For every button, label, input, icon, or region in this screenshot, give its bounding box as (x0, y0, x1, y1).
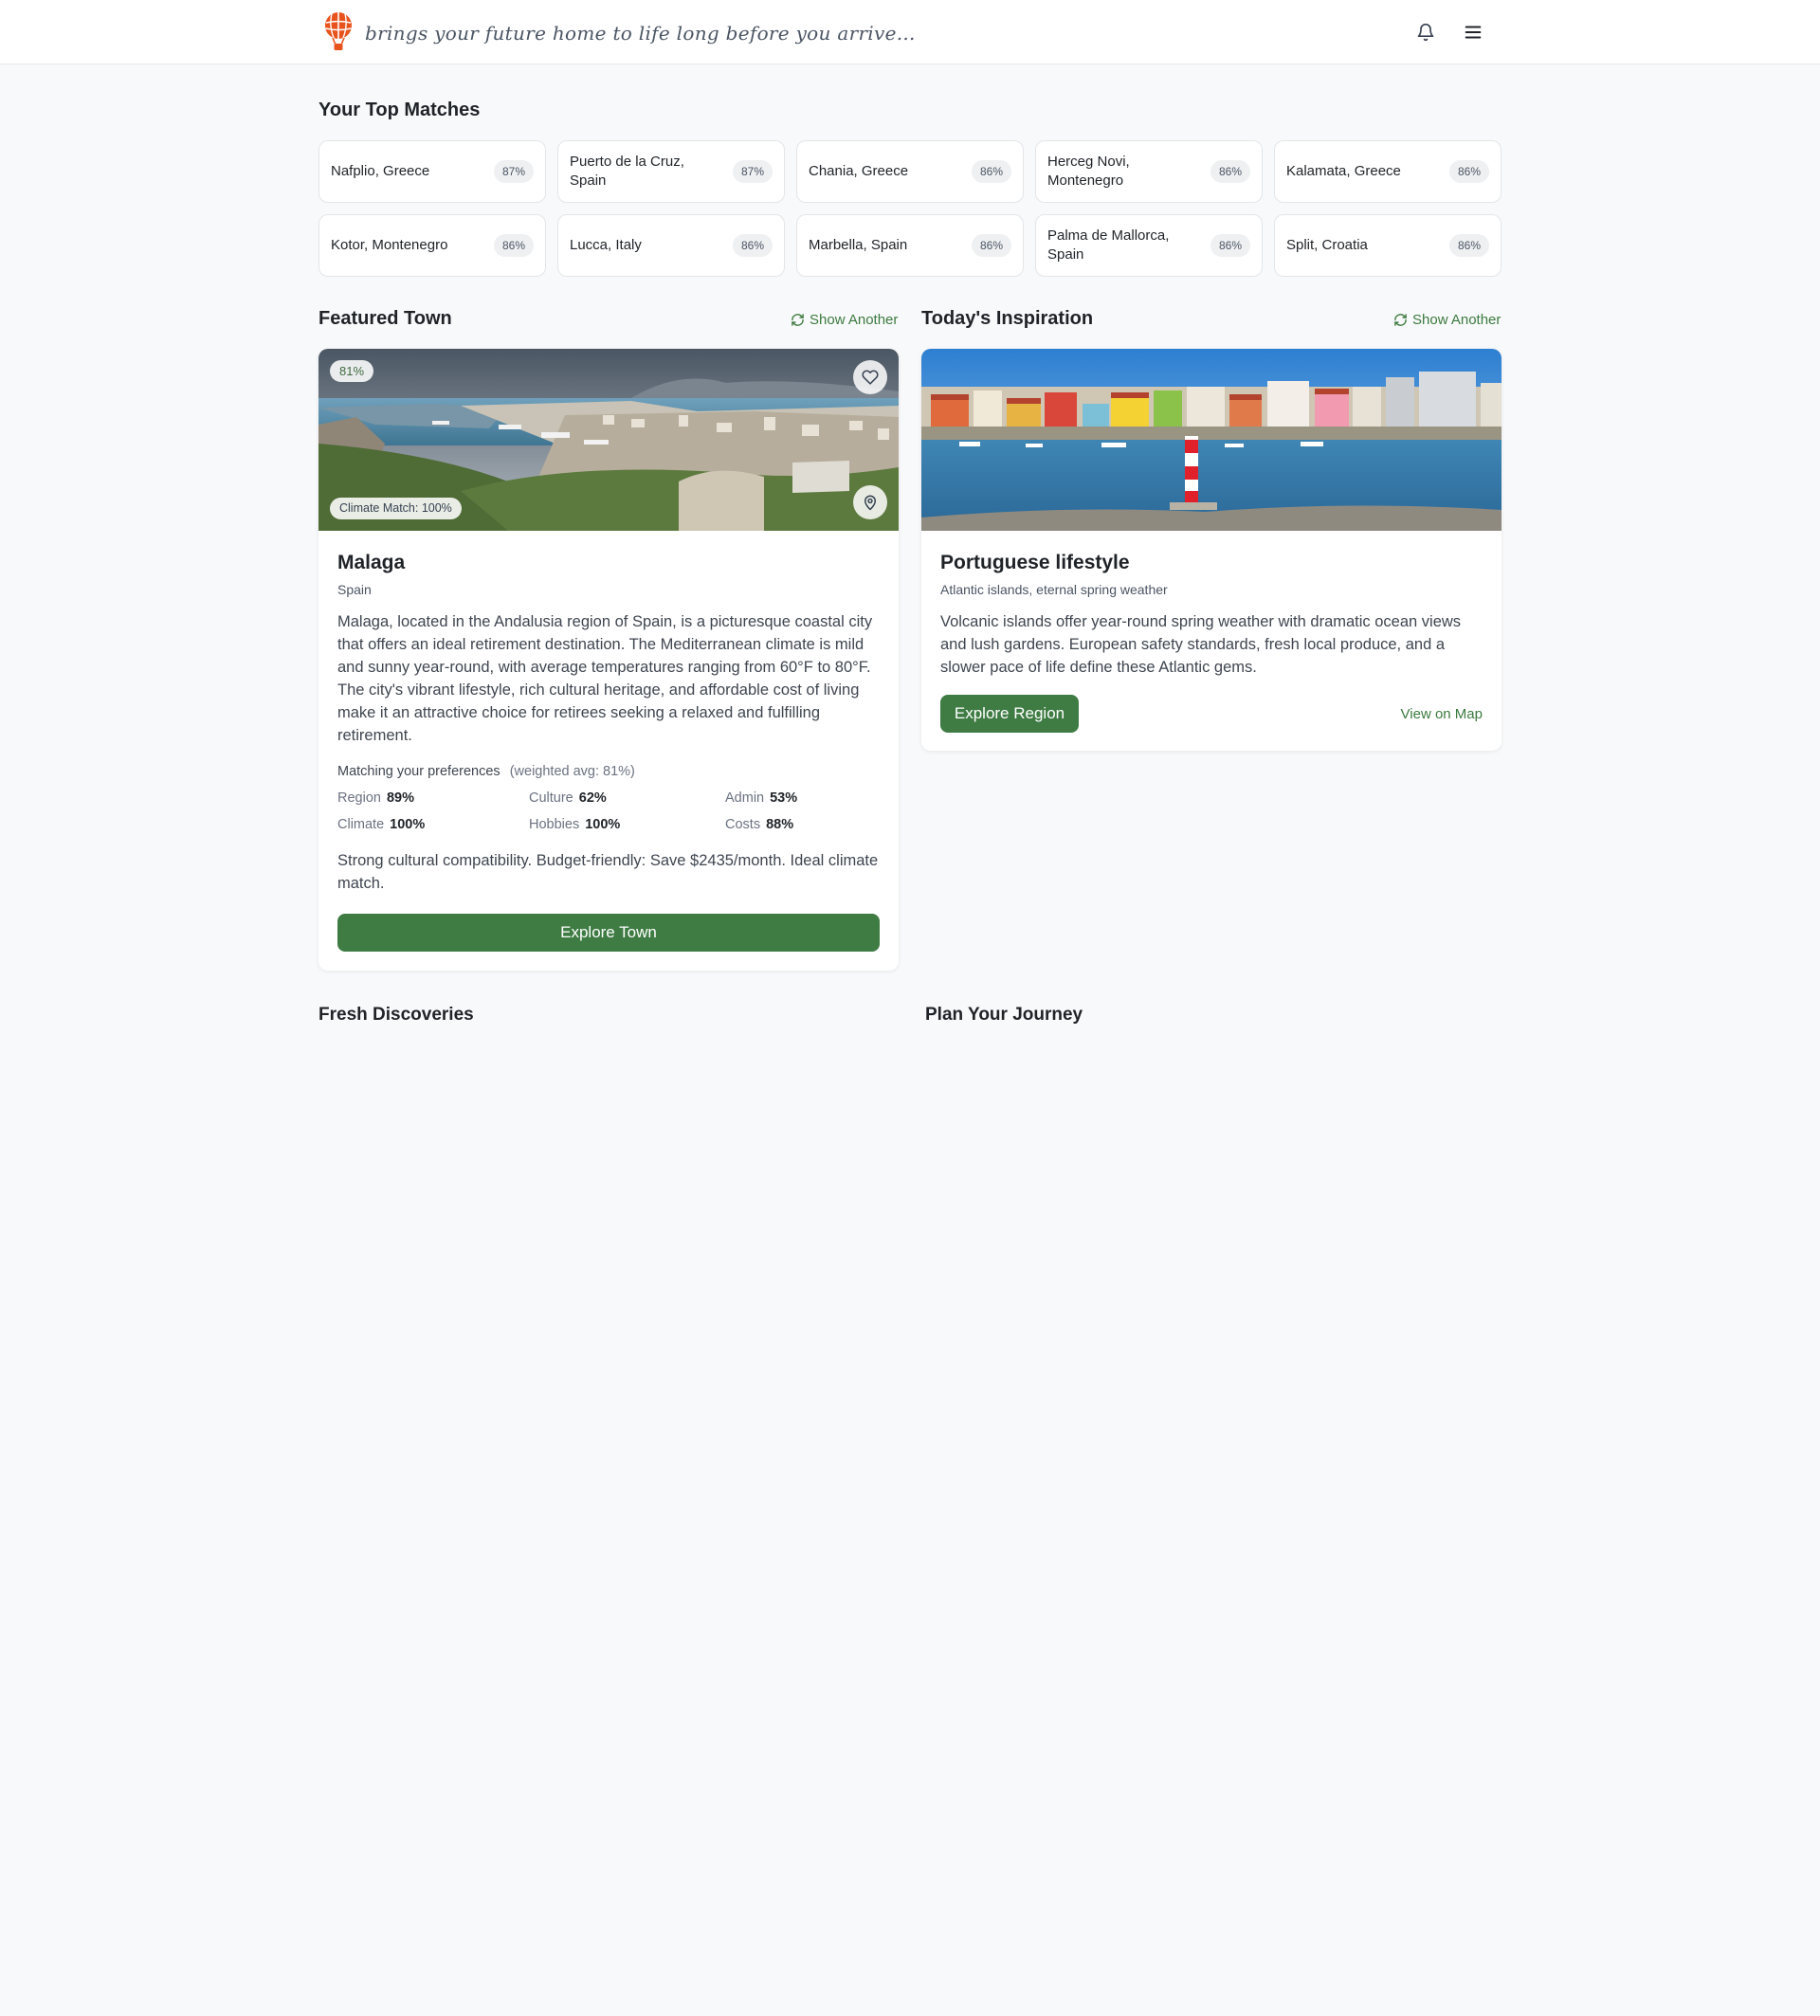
match-name: Kotor, Montenegro (331, 237, 448, 253)
match-card[interactable]: Marbella, Spain 86% (796, 214, 1024, 277)
match-percent-badge: 87% (493, 160, 534, 183)
explore-region-button[interactable]: Explore Region (940, 695, 1079, 733)
featured-show-another-button[interactable]: Show Another (791, 312, 898, 328)
town-name: Malaga (337, 552, 406, 573)
pref-value: 100% (390, 817, 426, 832)
menu-icon (1465, 26, 1482, 39)
pref-value: 100% (585, 817, 621, 832)
pref-label: Costs (725, 817, 761, 832)
preferences-average: (weighted avg: 81%) (509, 764, 635, 779)
match-name: Herceg Novi, Montenegro (1047, 154, 1130, 189)
match-name: Split, Croatia (1286, 237, 1368, 253)
pref-value: 62% (578, 790, 607, 806)
match-name: Chania, Greece (809, 163, 909, 179)
pref-region: Region 89% (337, 790, 414, 806)
portuguese-harbor-photo (921, 349, 1502, 531)
map-pin-icon (864, 495, 876, 511)
match-name: Marbella, Spain (809, 237, 908, 253)
inspiration-name: Portuguese lifestyle (940, 552, 1130, 573)
inspiration-card: Portuguese lifestyle Atlantic islands, e… (921, 349, 1502, 751)
town-country: Spain (337, 582, 372, 597)
town-description: Malaga, located in the Andalusia region … (337, 613, 873, 744)
match-score-badge: 81% (330, 360, 374, 382)
match-name: Kalamata, Greece (1286, 163, 1401, 179)
match-name: Nafplio, Greece (331, 163, 430, 179)
match-card[interactable]: Kotor, Montenegro 86% (318, 214, 546, 277)
plan-journey-title: Plan Your Journey (925, 1005, 1083, 1025)
show-another-label: Show Another (810, 312, 899, 328)
fresh-discoveries-title: Fresh Discoveries (318, 1005, 474, 1025)
view-location-button[interactable] (853, 485, 887, 519)
explore-town-button[interactable]: Explore Town (337, 914, 880, 952)
pref-label: Hobbies (529, 817, 580, 832)
pref-admin: Admin 53% (725, 790, 797, 806)
match-card[interactable]: Nafplio, Greece 87% (318, 140, 546, 203)
match-card[interactable]: Split, Croatia 86% (1274, 214, 1502, 277)
top-bar: brings your future home to life long bef… (0, 0, 1820, 64)
pref-label: Climate (337, 817, 385, 832)
balloon-logo-icon[interactable] (322, 11, 355, 53)
inspiration-subtitle: Atlantic islands, eternal spring weather (940, 582, 1168, 597)
match-percent-badge: 86% (1448, 234, 1489, 257)
featured-town-card: 81% Climate Match: 100% Malaga Spain Mal… (318, 349, 899, 971)
pref-hobbies: Hobbies 100% (529, 817, 620, 832)
view-on-map-link[interactable]: View on Map (1401, 706, 1483, 722)
top-matches-title: Your Top Matches (318, 100, 481, 120)
climate-match-badge: Climate Match: 100% (330, 498, 462, 519)
refresh-icon (792, 314, 804, 326)
match-percent-badge: 86% (971, 234, 1011, 257)
show-another-label: Show Another (1412, 312, 1502, 328)
pref-label: Admin (725, 790, 765, 806)
menu-button[interactable] (1458, 17, 1488, 47)
bell-icon (1417, 23, 1434, 42)
featured-town-title: Featured Town (318, 308, 452, 329)
preferences-heading-label: Matching your preferences (337, 764, 500, 779)
pref-culture: Culture 62% (529, 790, 607, 806)
match-percent-badge: 86% (1448, 160, 1489, 183)
inspiration-show-another-button[interactable]: Show Another (1393, 312, 1501, 328)
tagline: brings your future home to life long bef… (365, 22, 916, 45)
match-name: Lucca, Italy (570, 237, 642, 253)
match-card[interactable]: Puerto de la Cruz, Spain 87% (557, 140, 785, 203)
match-card[interactable]: Herceg Novi, Montenegro 86% (1035, 140, 1263, 203)
top-matches-grid: Nafplio, Greece 87% Puerto de la Cruz, S… (318, 140, 1502, 277)
pref-value: 88% (766, 817, 794, 832)
compatibility-summary: Strong cultural compatibility. Budget-fr… (337, 852, 879, 892)
match-card[interactable]: Lucca, Italy 86% (557, 214, 785, 277)
pref-value: 89% (386, 790, 414, 806)
match-percent-badge: 86% (971, 160, 1011, 183)
match-card[interactable]: Chania, Greece 86% (796, 140, 1024, 203)
pref-label: Region (337, 790, 381, 806)
refresh-icon (1394, 314, 1407, 326)
preferences-heading: Matching your preferences (weighted avg:… (337, 764, 635, 779)
pref-value: 53% (770, 790, 798, 806)
favorite-button[interactable] (853, 360, 887, 394)
pref-costs: Costs 88% (725, 817, 793, 832)
heart-icon (862, 370, 879, 385)
match-percent-badge: 86% (732, 234, 773, 257)
match-percent-badge: 86% (493, 234, 534, 257)
pref-climate: Climate 100% (337, 817, 425, 832)
inspiration-title: Today's Inspiration (921, 308, 1094, 329)
pref-label: Culture (529, 790, 573, 806)
inspiration-description: Volcanic islands offer year-round spring… (940, 613, 1462, 676)
match-percent-badge: 86% (1210, 234, 1250, 257)
match-name: Palma de Mallorca, Spain (1047, 227, 1170, 263)
match-card[interactable]: Palma de Mallorca, Spain 86% (1035, 214, 1263, 277)
match-percent-badge: 86% (1210, 160, 1250, 183)
match-card[interactable]: Kalamata, Greece 86% (1274, 140, 1502, 203)
notifications-button[interactable] (1410, 17, 1441, 47)
match-name: Puerto de la Cruz, Spain (570, 154, 684, 189)
match-percent-badge: 87% (732, 160, 773, 183)
